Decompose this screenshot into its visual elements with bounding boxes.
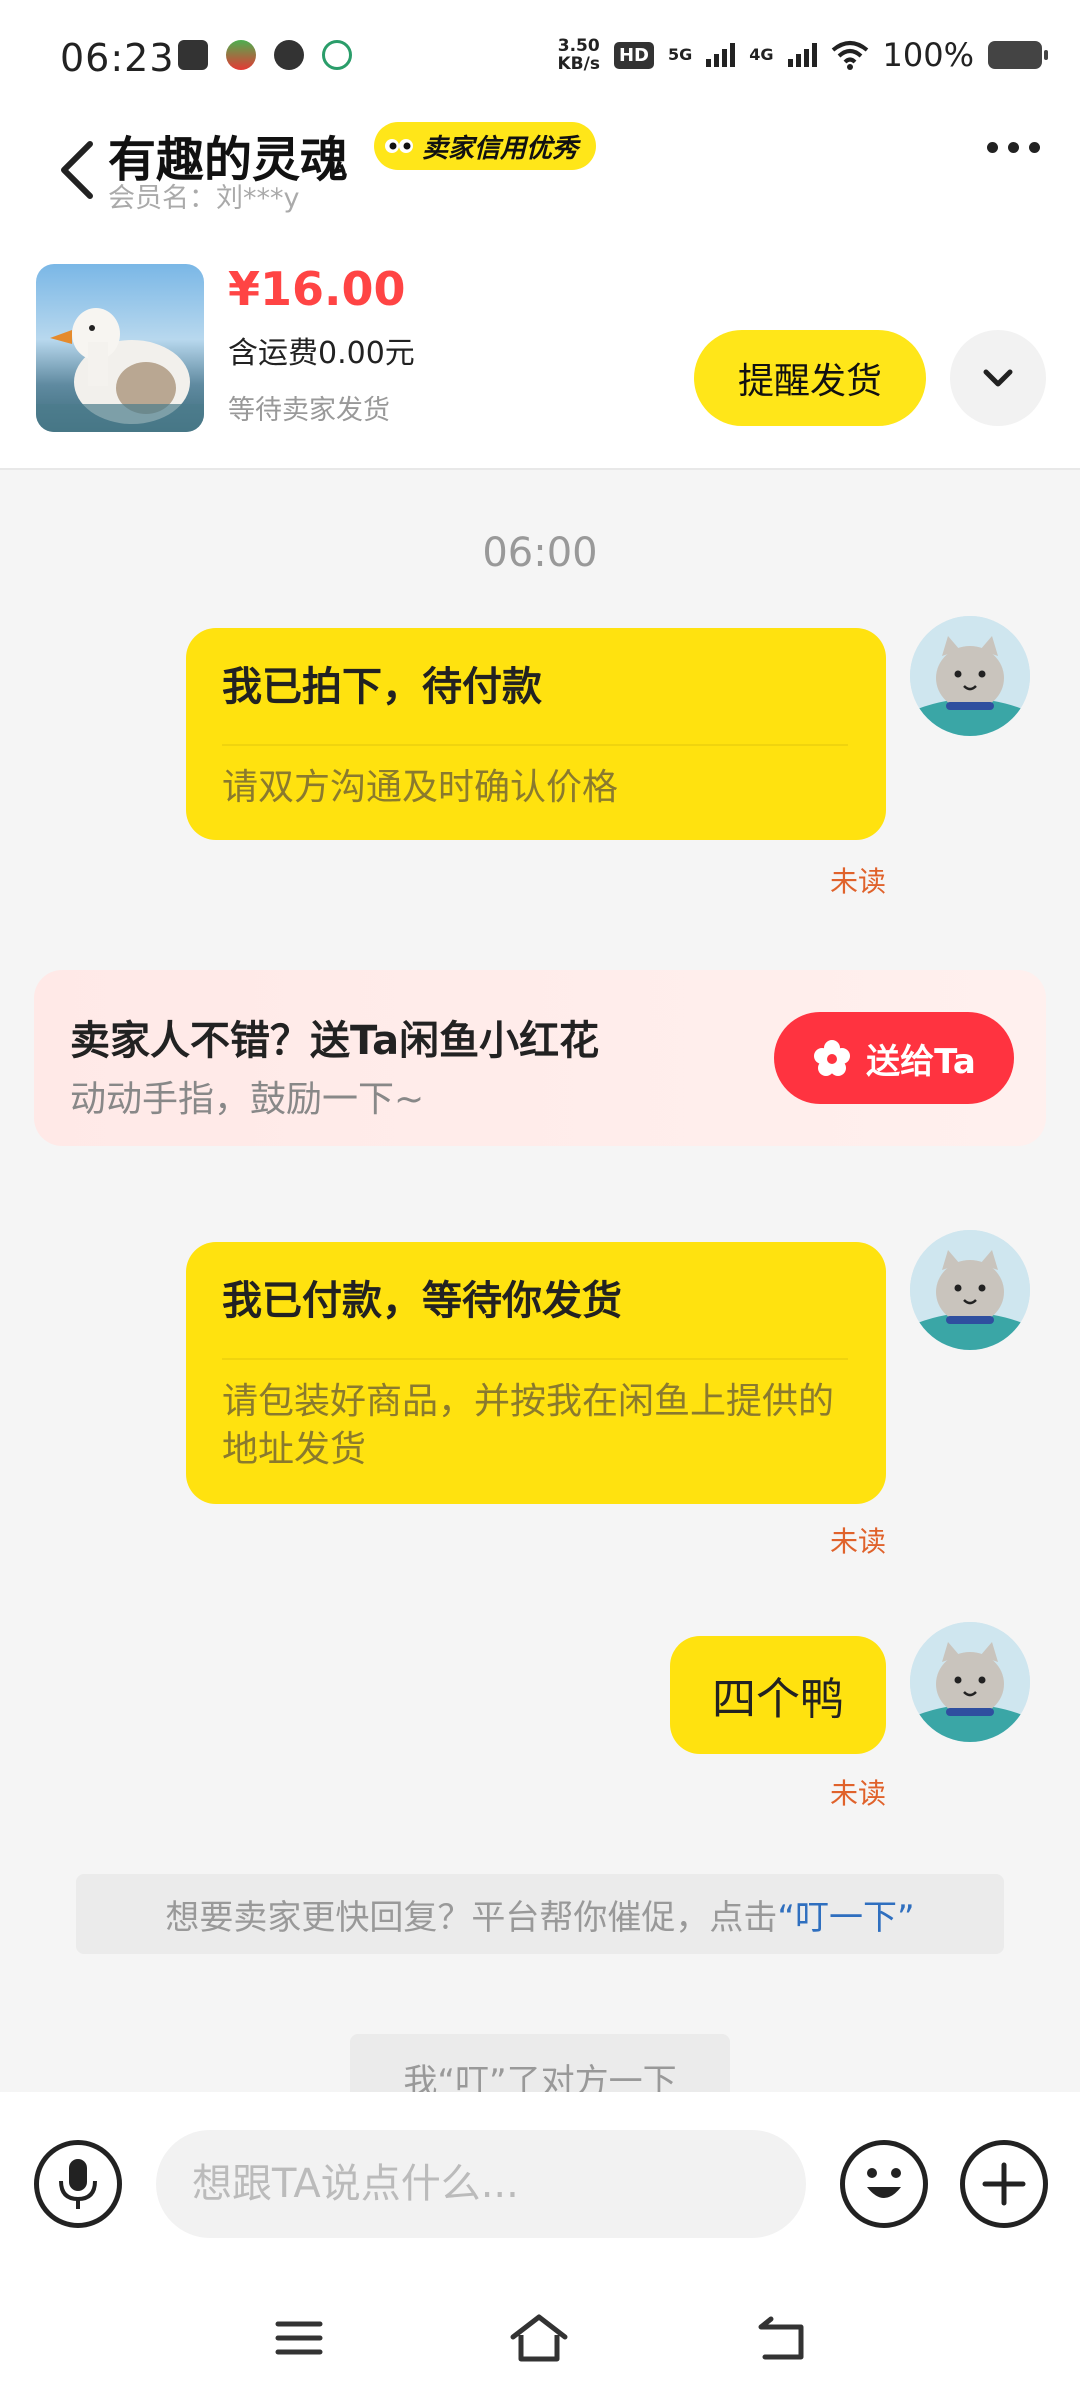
- unread-status: 未读: [829, 865, 886, 898]
- divider: [222, 744, 848, 746]
- chat-header: 有趣的灵魂 卖家信用优秀 会员名：刘***y: [0, 120, 1080, 260]
- nudge-link[interactable]: “叮一下”: [777, 1890, 914, 1939]
- wallet-icon: [322, 40, 352, 70]
- menu-nav-button[interactable]: [254, 2298, 344, 2378]
- hd-icon: HD: [613, 41, 654, 69]
- voice-button[interactable]: [34, 2140, 122, 2228]
- signal-4g-label: 4G: [749, 45, 774, 64]
- duck-image: [36, 308, 204, 432]
- product-thumbnail[interactable]: [36, 264, 204, 432]
- message-icon: [274, 40, 304, 70]
- product-card[interactable]: ¥16.00 含运费0.00元 等待卖家发货 提醒发货: [0, 240, 1080, 470]
- cat-avatar-icon: [910, 616, 1030, 736]
- avatar[interactable]: [910, 1230, 1030, 1350]
- payment-message-card[interactable]: 我已付款，等待你发货 请包装好商品，并按我在闲鱼上提供的地址发货: [186, 1242, 886, 1504]
- send-flower-button[interactable]: 送给Ta: [774, 1012, 1014, 1104]
- app-icon: [226, 40, 256, 70]
- notification-icons: [178, 40, 352, 70]
- chevron-down-icon: [983, 369, 1013, 387]
- input-bar: [0, 2092, 1080, 2268]
- system-nav-bar: [0, 2268, 1080, 2400]
- cat-avatar-icon: [910, 1622, 1030, 1742]
- message-body: 请双方沟通及时确认价格: [222, 767, 619, 808]
- microphone-icon: [59, 2159, 97, 2209]
- back-nav-button[interactable]: [736, 2298, 826, 2378]
- nudge-tip-text: 想要卖家更快回复？平台帮你催促，点击: [165, 1897, 778, 1938]
- avatar[interactable]: [910, 616, 1030, 736]
- battery-percent: 100%: [882, 36, 974, 74]
- seller-badge-label: 卖家信用优秀: [422, 133, 579, 164]
- home-nav-button[interactable]: [494, 2298, 584, 2378]
- order-status: 等待卖家发货: [228, 395, 390, 426]
- promo-title: 卖家人不错？送Ta闲鱼小红花: [70, 1018, 600, 1064]
- home-icon: [510, 2314, 568, 2362]
- message-input[interactable]: [156, 2130, 806, 2238]
- promo-subtitle: 动动手指，鼓励一下~: [70, 1079, 425, 1120]
- unread-status: 未读: [829, 1777, 886, 1810]
- net-speed-value: 3.50: [557, 36, 600, 56]
- net-speed-unit: KB/s: [557, 54, 600, 74]
- remind-ship-button[interactable]: 提醒发货: [694, 330, 926, 426]
- product-price: ¥16.00: [228, 262, 406, 316]
- message-title: 我已拍下，待付款: [222, 664, 542, 710]
- member-name: 会员名：刘***y: [108, 183, 300, 214]
- menu-icon: [275, 2321, 323, 2355]
- wifi-icon: [831, 41, 868, 70]
- seller-credit-badge: 卖家信用优秀: [374, 122, 597, 170]
- signal-5g-label: 5G: [667, 45, 693, 64]
- status-right: 3.50 KB/s HD 5G 4G 100%: [558, 36, 1048, 74]
- avatar[interactable]: [910, 1622, 1030, 1742]
- clipboard-icon: [178, 40, 208, 70]
- expand-button[interactable]: [950, 330, 1046, 426]
- nudge-sent-tip: 我“叮”了对方一下: [350, 2034, 730, 2094]
- nudge-tip: 想要卖家更快回复？平台帮你催促，点击 “叮一下”: [76, 1874, 1004, 1954]
- message-title: 我已付款，等待你发货: [222, 1278, 622, 1324]
- emoji-button[interactable]: [840, 2140, 928, 2228]
- signal-bars-icon: [706, 43, 736, 67]
- status-bar: 06:23 3.50 KB/s HD 5G 4G 100%: [0, 0, 1080, 120]
- send-flower-label: 送给Ta: [866, 1041, 976, 1082]
- flower-promo-banner: 卖家人不错？送Ta闲鱼小红花 动动手指，鼓励一下~ 送给Ta: [34, 970, 1046, 1146]
- signal-bars-icon-2: [787, 43, 817, 67]
- fish-eyes-icon: [385, 139, 413, 153]
- return-icon: [758, 2316, 804, 2360]
- divider: [222, 1358, 848, 1360]
- net-speed: 3.50 KB/s: [558, 37, 600, 73]
- text-message-bubble[interactable]: 四个鸭: [670, 1636, 886, 1754]
- shipping-fee: 含运费0.00元: [228, 336, 415, 371]
- order-message-card[interactable]: 我已拍下，待付款 请双方沟通及时确认价格: [186, 628, 886, 840]
- message-body: 请包装好商品，并按我在闲鱼上提供的地址发货: [222, 1381, 835, 1470]
- chat-timestamp: 06:00: [482, 530, 598, 576]
- back-arrow-icon[interactable]: [50, 130, 110, 210]
- cat-avatar-icon: [910, 1230, 1030, 1350]
- status-time: 06:23: [60, 36, 175, 80]
- battery-icon: [988, 41, 1048, 69]
- smiley-icon: [867, 2168, 901, 2198]
- unread-status: 未读: [829, 1525, 886, 1558]
- flower-icon: [814, 1040, 851, 1076]
- more-options-icon[interactable]: [987, 142, 1040, 153]
- plus-icon: [982, 2162, 1026, 2206]
- more-actions-button[interactable]: [960, 2140, 1048, 2228]
